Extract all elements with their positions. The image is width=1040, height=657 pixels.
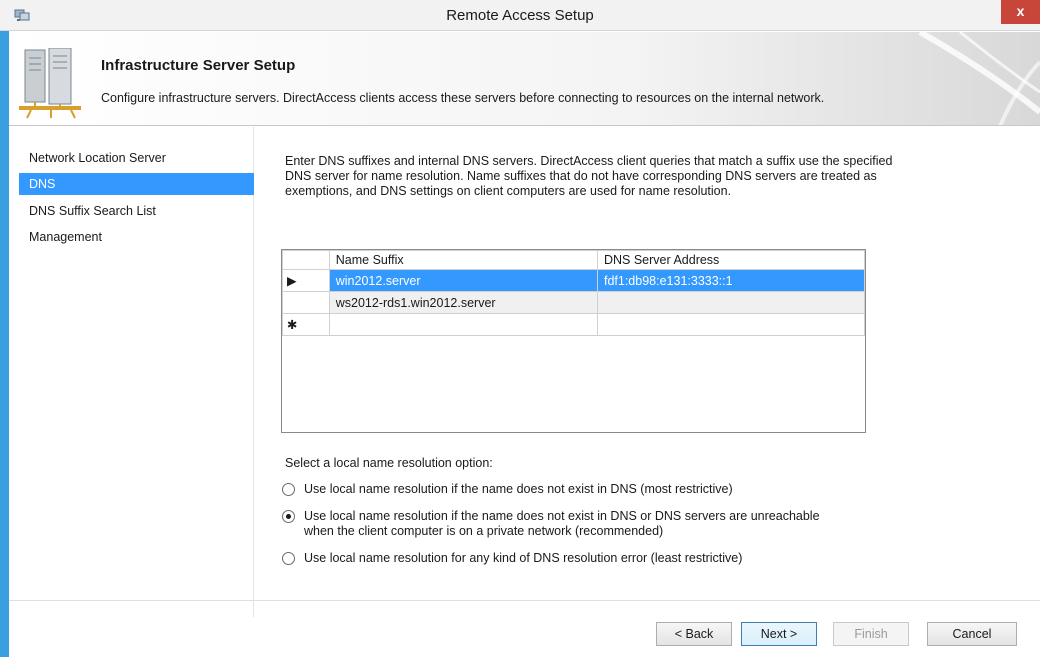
row-pointer-icon: ▶ [287, 274, 297, 288]
cell-name-suffix[interactable] [328, 313, 598, 336]
wizard-nav: Network Location Server DNS DNS Suffix S… [9, 127, 254, 617]
new-row-asterisk-icon: ✱ [287, 318, 298, 332]
nav-item-management[interactable]: Management [19, 226, 254, 248]
window-title: Remote Access Setup [446, 7, 594, 24]
nav-item-dns[interactable]: DNS [19, 173, 254, 195]
window-frame-left [0, 0, 9, 657]
row-header-corner [282, 250, 330, 270]
radio-button[interactable] [282, 483, 295, 496]
cell-dns-server-address[interactable]: fdf1:db98:e131:3333::1 [596, 269, 866, 292]
close-button[interactable]: x [1001, 0, 1040, 24]
footer-divider [9, 600, 1040, 601]
page-title: Infrastructure Server Setup [101, 57, 296, 74]
radio-option-least-restrictive[interactable]: Use local name resolution for any kind o… [282, 551, 842, 566]
banner-decoration [918, 32, 1040, 125]
page-description: Configure infrastructure servers. Direct… [101, 91, 825, 105]
cell-dns-server-address[interactable] [596, 291, 866, 314]
dns-suffix-grid: Name Suffix DNS Server Address ▶ win2012… [281, 249, 866, 433]
radio-label: Use local name resolution for any kind o… [304, 551, 743, 565]
server-infrastructure-icon [19, 48, 81, 119]
radio-label: Use local name resolution if the name do… [304, 482, 733, 496]
cell-name-suffix[interactable]: ws2012-rds1.win2012.server [328, 291, 598, 314]
table-row[interactable]: ws2012-rds1.win2012.server [282, 291, 866, 314]
row-header[interactable] [282, 291, 330, 314]
table-row[interactable]: ▶ win2012.server fdf1:db98:e131:3333::1 [282, 269, 866, 292]
grid-header-row: Name Suffix DNS Server Address [282, 250, 866, 270]
radio-button[interactable] [282, 552, 295, 565]
title-bar: Remote Access Setup x [0, 0, 1040, 31]
cancel-button[interactable]: Cancel [927, 622, 1017, 646]
cell-name-suffix[interactable]: win2012.server [328, 269, 598, 292]
column-header-dns-server-address[interactable]: DNS Server Address [596, 250, 866, 270]
row-header-new[interactable]: ✱ [282, 313, 330, 336]
finish-button[interactable]: Finish [833, 622, 909, 646]
resolution-option-label: Select a local name resolution option: [285, 456, 493, 470]
nav-item-dns-suffix-search-list[interactable]: DNS Suffix Search List [19, 200, 254, 222]
nav-item-network-location-server[interactable]: Network Location Server [19, 147, 254, 169]
back-button[interactable]: < Back [656, 622, 732, 646]
radio-option-most-restrictive[interactable]: Use local name resolution if the name do… [282, 482, 842, 497]
radio-option-recommended[interactable]: Use local name resolution if the name do… [282, 509, 842, 539]
table-new-row[interactable]: ✱ [282, 313, 866, 336]
header-banner: Infrastructure Server Setup Configure in… [9, 32, 1040, 126]
radio-label: Use local name resolution if the name do… [304, 509, 820, 538]
next-button[interactable]: Next > [741, 622, 817, 646]
column-header-name-suffix[interactable]: Name Suffix [328, 250, 598, 270]
row-current-marker[interactable]: ▶ [282, 269, 330, 292]
cell-dns-server-address[interactable] [596, 313, 866, 336]
intro-text: Enter DNS suffixes and internal DNS serv… [285, 154, 893, 198]
radio-button-selected[interactable] [282, 510, 295, 523]
